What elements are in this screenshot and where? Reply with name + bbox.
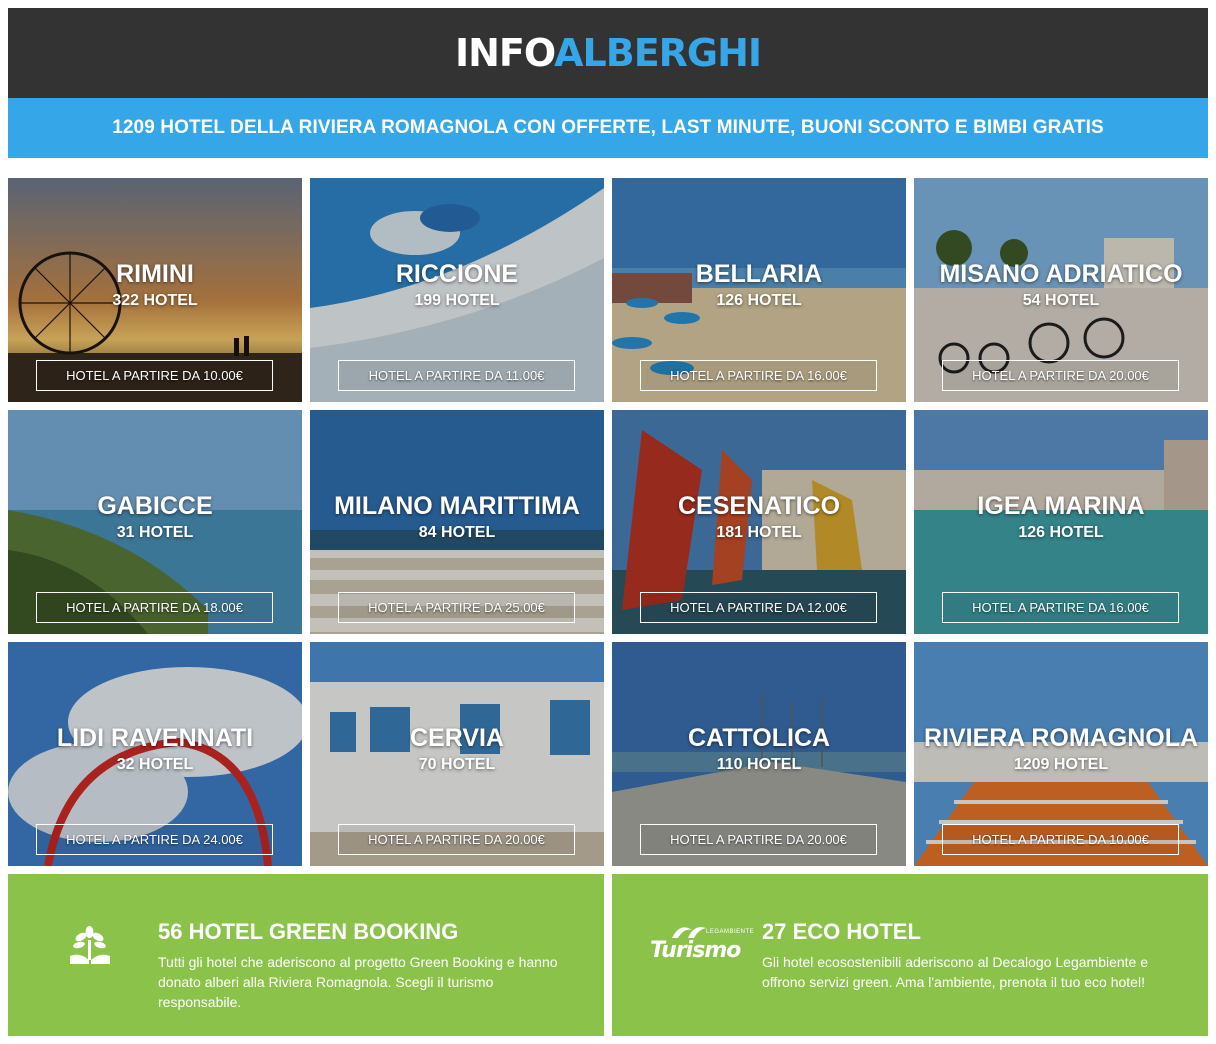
eco-hotel-panel[interactable]: LEGAMBIENTE Turismo 27 ECO HOTEL Gli hot…	[612, 874, 1208, 1036]
tile-bellaria[interactable]: BELLARIA 126 HOTEL HOTEL A PARTIRE DA 16…	[612, 178, 906, 402]
tile-city-name: IGEA MARINA	[977, 492, 1145, 520]
tile-price-button[interactable]: HOTEL A PARTIRE DA 10.00€	[36, 360, 273, 391]
tile-hotel-count: 110 HOTEL	[716, 756, 802, 773]
tile-price-button[interactable]: HOTEL A PARTIRE DA 16.00€	[640, 360, 877, 391]
site-header: INFOALBERGHI	[8, 8, 1208, 98]
tile-cesenatico[interactable]: CESENATICO 181 HOTEL HOTEL A PARTIRE DA …	[612, 410, 906, 634]
tile-riviera-romagnola[interactable]: RIVIERA ROMAGNOLA 1209 HOTEL HOTEL A PAR…	[914, 642, 1208, 866]
tile-price-button[interactable]: HOTEL A PARTIRE DA 20.00€	[942, 360, 1179, 391]
green-booking-text: Tutti gli hotel che aderiscono al proget…	[158, 954, 558, 1010]
tile-price-button[interactable]: HOTEL A PARTIRE DA 24.00€	[36, 824, 273, 855]
destination-grid: RIMINI 322 HOTEL HOTEL A PARTIRE DA 10.0…	[8, 178, 1208, 866]
tile-riccione[interactable]: RICCIONE 199 HOTEL HOTEL A PARTIRE DA 11…	[310, 178, 604, 402]
tile-city-name: RIMINI	[116, 260, 194, 288]
tile-milano-marittima[interactable]: MILANO MARITTIMA 84 HOTEL HOTEL A PARTIR…	[310, 410, 604, 634]
tile-city-name: GABICCE	[97, 492, 213, 520]
tile-city-name: LIDI RAVENNATI	[56, 724, 254, 752]
tile-city-name: RIVIERA ROMAGNOLA	[923, 724, 1199, 752]
tile-price-button[interactable]: HOTEL A PARTIRE DA 11.00€	[338, 360, 575, 391]
green-booking-panel[interactable]: 56 HOTEL GREEN BOOKING Tutti gli hotel c…	[8, 874, 604, 1036]
tile-hotel-count: 31 HOTEL	[116, 524, 194, 541]
tile-hotel-count: 126 HOTEL	[716, 292, 802, 309]
tile-hotel-count: 181 HOTEL	[716, 524, 802, 541]
tile-city-name: RICCIONE	[395, 260, 519, 288]
tile-hotel-count: 1209 HOTEL	[1013, 756, 1109, 773]
eco-hotel-text: Gli hotel ecosostenibili aderiscono al D…	[762, 954, 1149, 990]
tile-hotel-count: 54 HOTEL	[1022, 292, 1100, 309]
tile-lidi-ravennati[interactable]: LIDI RAVENNATI 32 HOTEL HOTEL A PARTIRE …	[8, 642, 302, 866]
tile-city-name: CESENATICO	[677, 492, 841, 520]
green-booking-title: 56 HOTEL GREEN BOOKING	[158, 919, 459, 944]
tile-igea-marina[interactable]: IGEA MARINA 126 HOTEL HOTEL A PARTIRE DA…	[914, 410, 1208, 634]
tile-price-button[interactable]: HOTEL A PARTIRE DA 20.00€	[338, 824, 575, 855]
tile-city-name: BELLARIA	[695, 260, 823, 288]
tile-gabicce[interactable]: GABICCE 31 HOTEL HOTEL A PARTIRE DA 18.0…	[8, 410, 302, 634]
tile-city-name: MILANO MARITTIMA	[334, 492, 580, 520]
tile-hotel-count: 32 HOTEL	[116, 756, 194, 773]
tile-hotel-count: 126 HOTEL	[1018, 524, 1104, 541]
tile-city-name: CATTOLICA	[687, 724, 831, 752]
tagline-banner: 1209 HOTEL DELLA RIVIERA ROMAGNOLA CON O…	[8, 98, 1208, 158]
tile-hotel-count: 84 HOTEL	[418, 524, 496, 541]
tile-city-name: MISANO ADRIATICO	[939, 260, 1183, 288]
tile-price-button[interactable]: HOTEL A PARTIRE DA 10.00€	[942, 824, 1179, 855]
tile-city-name: CERVIA	[409, 724, 504, 752]
tile-hotel-count: 70 HOTEL	[418, 756, 496, 773]
tile-rimini[interactable]: RIMINI 322 HOTEL HOTEL A PARTIRE DA 10.0…	[8, 178, 302, 402]
tile-price-button[interactable]: HOTEL A PARTIRE DA 16.00€	[942, 592, 1179, 623]
tile-cervia[interactable]: CERVIA 70 HOTEL HOTEL A PARTIRE DA 20.00…	[310, 642, 604, 866]
legambiente-turismo-logo: LEGAMBIENTE Turismo	[648, 924, 754, 964]
tile-hotel-count: 322 HOTEL	[112, 292, 198, 309]
tile-price-button[interactable]: HOTEL A PARTIRE DA 18.00€	[36, 592, 273, 623]
eco-hotel-title: 27 ECO HOTEL	[762, 919, 921, 944]
tile-price-button[interactable]: HOTEL A PARTIRE DA 25.00€	[338, 592, 575, 623]
tile-price-button[interactable]: HOTEL A PARTIRE DA 20.00€	[640, 824, 877, 855]
tree-hands-icon	[70, 926, 110, 964]
tile-misano-adriatico[interactable]: MISANO ADRIATICO 54 HOTEL HOTEL A PARTIR…	[914, 178, 1208, 402]
site-logo[interactable]: INFOALBERGHI	[455, 31, 762, 75]
tile-hotel-count: 199 HOTEL	[414, 292, 500, 309]
tile-cattolica[interactable]: CATTOLICA 110 HOTEL HOTEL A PARTIRE DA 2…	[612, 642, 906, 866]
tile-price-button[interactable]: HOTEL A PARTIRE DA 12.00€	[640, 592, 877, 623]
